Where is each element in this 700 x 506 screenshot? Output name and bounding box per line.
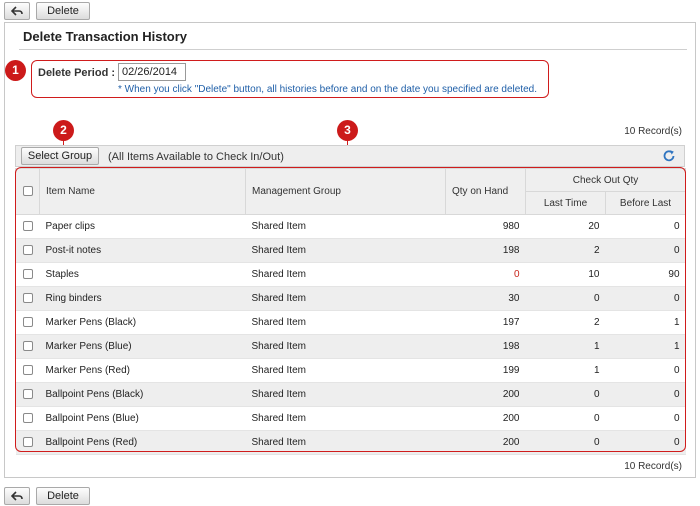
select-group-button[interactable]: Select Group — [21, 147, 99, 165]
title-divider — [19, 49, 687, 50]
delete-button-bottom[interactable]: Delete — [36, 487, 90, 505]
back-button-bottom[interactable] — [4, 487, 30, 505]
callout-3: 3 — [337, 120, 358, 141]
delete-button[interactable]: Delete — [36, 2, 90, 20]
back-button[interactable] — [4, 2, 30, 20]
back-arrow-icon — [11, 491, 23, 501]
delete-period-label: Delete Period : — [38, 67, 116, 79]
available-items-text: (All Items Available to Check In/Out) — [108, 151, 284, 163]
delete-period-input[interactable] — [118, 63, 186, 81]
table-highlight — [15, 167, 686, 452]
record-count-bottom: 10 Record(s) — [624, 461, 682, 472]
page-title: Delete Transaction History — [23, 29, 187, 44]
record-count-top: 10 Record(s) — [624, 126, 682, 137]
callout-2: 2 — [53, 120, 74, 141]
refresh-icon[interactable] — [662, 149, 676, 166]
back-arrow-icon — [11, 6, 23, 16]
delete-note: * When you click "Delete" button, all hi… — [118, 84, 538, 95]
callout-1: 1 — [5, 60, 26, 81]
list-toolbar: Select Group (All Items Available to Che… — [15, 145, 685, 167]
